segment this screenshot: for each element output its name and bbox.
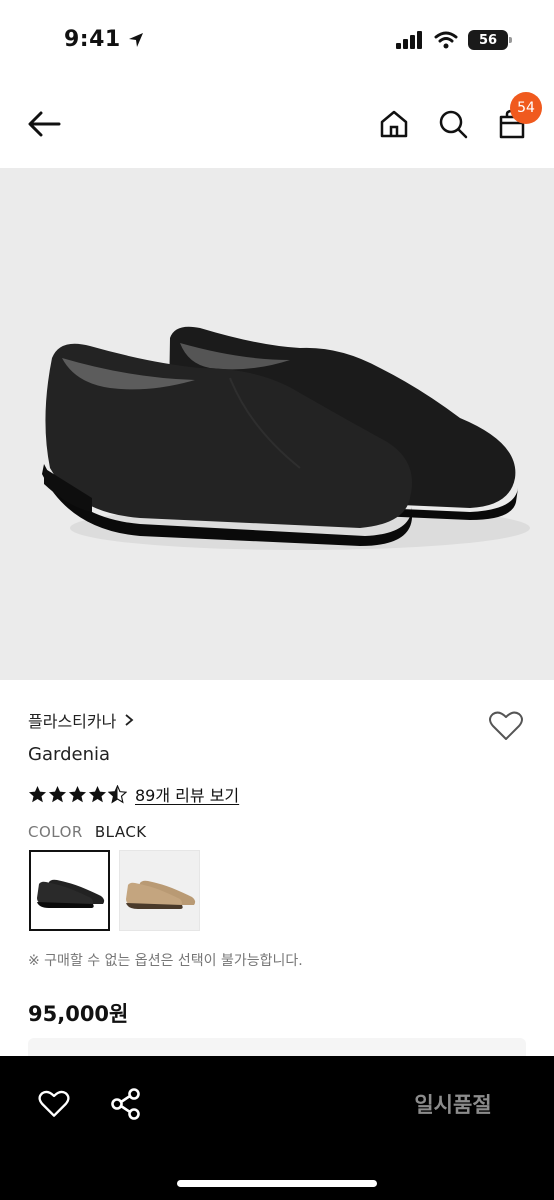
option-note: ※ 구매할 수 없는 옵션은 선택이 불가능합니다. bbox=[28, 953, 303, 969]
bottom-like-button[interactable] bbox=[36, 1086, 72, 1122]
back-arrow-icon bbox=[28, 111, 61, 137]
cart-count-badge: 54 bbox=[510, 92, 542, 124]
location-arrow-icon bbox=[128, 32, 143, 47]
half-star-icon bbox=[108, 784, 127, 803]
heart-outline-icon bbox=[38, 1090, 70, 1117]
brand-link[interactable]: 플라스티카나 bbox=[28, 708, 134, 732]
rating-row: 89개 리뷰 보기 bbox=[28, 782, 239, 806]
star-icon bbox=[28, 785, 47, 802]
selected-color: BLACK bbox=[94, 823, 147, 841]
color-label: COLOR bbox=[28, 823, 83, 841]
product-name: Gardenia bbox=[28, 744, 111, 765]
product-image[interactable] bbox=[0, 168, 554, 680]
black-shoes-illustration bbox=[42, 326, 530, 550]
beige-shoe-thumbnail bbox=[126, 880, 196, 909]
star-icon bbox=[48, 785, 67, 802]
wifi-icon bbox=[434, 31, 458, 49]
black-shoe-thumbnail bbox=[37, 879, 105, 908]
heart-outline-icon bbox=[489, 711, 523, 740]
status-icons: 56 bbox=[396, 30, 512, 50]
home-indicator bbox=[177, 1180, 377, 1187]
color-row: COLOR BLACK bbox=[28, 823, 147, 841]
cart-count: 54 bbox=[517, 100, 535, 116]
cellular-signal-icon bbox=[396, 31, 422, 49]
share-icon bbox=[111, 1088, 140, 1120]
battery-level: 56 bbox=[478, 32, 498, 48]
battery-icon: 56 bbox=[468, 30, 512, 50]
home-icon bbox=[380, 110, 408, 138]
bottom-action-bar: 일시품절 bbox=[0, 1056, 554, 1200]
wishlist-button[interactable] bbox=[486, 706, 526, 746]
chevron-right-icon bbox=[125, 714, 134, 726]
status-time: 9:41 bbox=[64, 27, 145, 52]
share-button[interactable] bbox=[108, 1086, 144, 1122]
star-icon bbox=[68, 785, 87, 802]
price: 95,000원 bbox=[28, 1002, 129, 1026]
status-bar: 9:41 56 bbox=[0, 0, 554, 84]
sold-out-button[interactable]: 일시품절 bbox=[380, 1076, 526, 1132]
back-button[interactable] bbox=[24, 104, 64, 144]
top-nav bbox=[0, 84, 554, 168]
home-button[interactable] bbox=[374, 104, 414, 144]
search-icon bbox=[439, 110, 468, 139]
star-icon bbox=[88, 785, 107, 802]
brand-name: 플라스티카나 bbox=[28, 712, 117, 731]
color-swatch-beige[interactable] bbox=[119, 850, 200, 931]
star-rating bbox=[28, 784, 127, 804]
review-link[interactable]: 89개 리뷰 보기 bbox=[135, 782, 239, 806]
search-button[interactable] bbox=[433, 104, 473, 144]
clock-text: 9:41 bbox=[64, 27, 121, 52]
color-swatch-black[interactable] bbox=[29, 850, 110, 931]
